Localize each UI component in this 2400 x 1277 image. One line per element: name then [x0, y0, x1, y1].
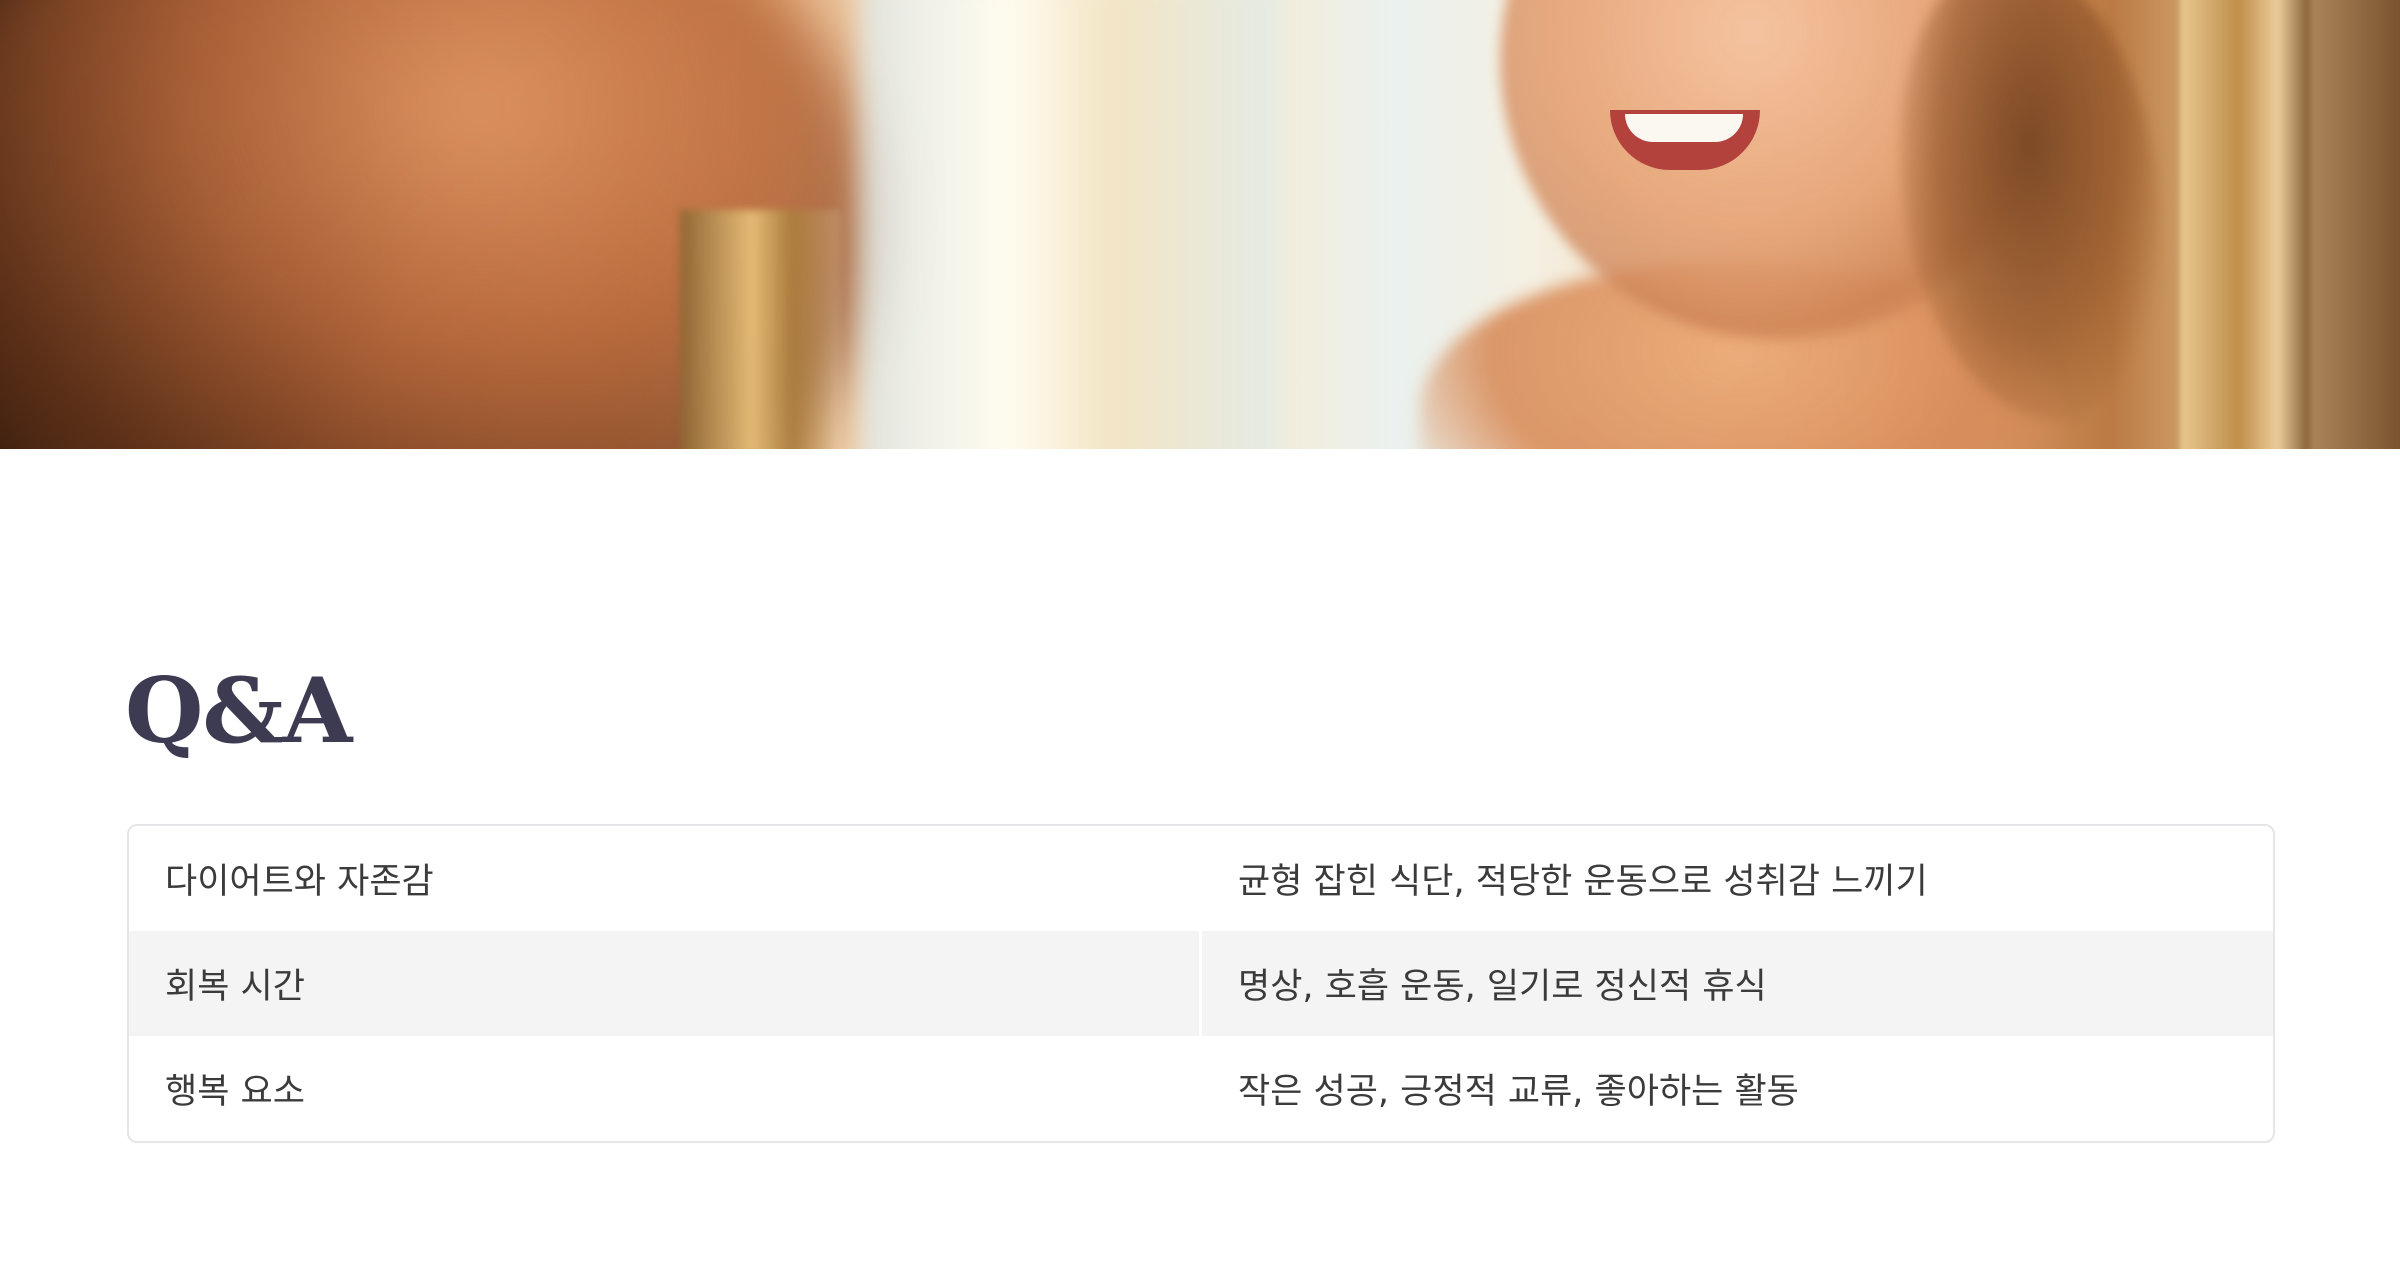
section-title: Q&A: [125, 658, 352, 764]
answer-cell: 균형 잡힌 식단, 적당한 운동으로 성취감 느끼기: [1238, 862, 1928, 902]
answer-cell: 작은 성공, 긍정적 교류, 좋아하는 활동: [1238, 1072, 1799, 1112]
table-row: 행복 요소 작은 성공, 긍정적 교류, 좋아하는 활동: [129, 1036, 2273, 1141]
hero-window-light: [860, 0, 1280, 449]
hero-mirror-frame-right: [2180, 0, 2310, 449]
question-cell: 행복 요소: [165, 1072, 305, 1112]
hero-teeth: [1625, 114, 1743, 142]
question-cell: 다이어트와 자존감: [165, 862, 434, 902]
qa-table: 다이어트와 자존감 균형 잡힌 식단, 적당한 운동으로 성취감 느끼기 회복 …: [127, 824, 2275, 1143]
hero-image: [0, 0, 2400, 449]
table-row: 회복 시간 명상, 호흡 운동, 일기로 정신적 휴식: [129, 931, 2273, 1036]
question-cell: 회복 시간: [129, 931, 1202, 1036]
table-row: 다이어트와 자존감 균형 잡힌 식단, 적당한 운동으로 성취감 느끼기: [129, 826, 2273, 931]
answer-cell: 명상, 호흡 운동, 일기로 정신적 휴식: [1238, 967, 1767, 1007]
hero-mirror-frame-left: [680, 210, 840, 449]
